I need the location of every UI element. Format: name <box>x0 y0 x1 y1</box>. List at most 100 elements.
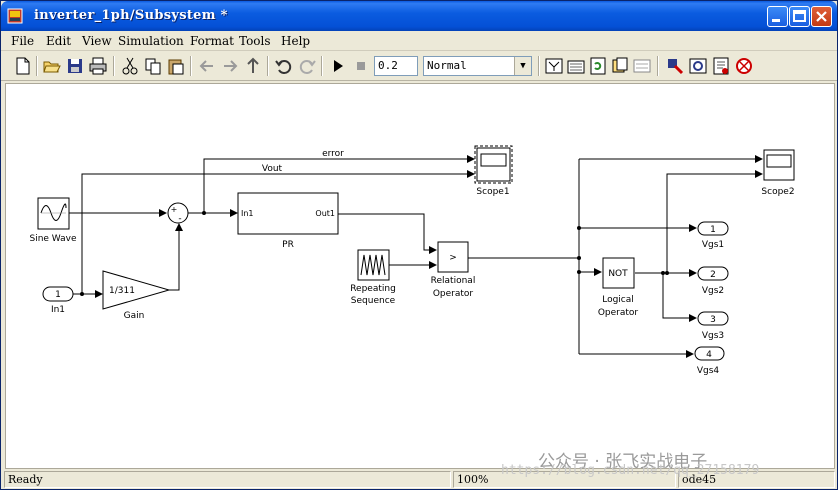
save-icon[interactable] <box>65 56 85 76</box>
toolbar-separator <box>190 56 192 76</box>
scope2-block[interactable]: Scope2 <box>761 149 795 197</box>
toolbar-separator <box>657 56 659 76</box>
sum-minus-sign: - <box>178 214 181 224</box>
logical-operator-label-line1: Logical <box>602 295 634 305</box>
pr-subsystem-block[interactable]: In1 Out1 PR <box>237 192 339 250</box>
open-folder-icon[interactable] <box>42 56 62 76</box>
toolbar-separator <box>113 56 115 76</box>
menu-view[interactable]: View <box>82 34 112 48</box>
sine-wave-block[interactable]: Sine Wave <box>29 197 77 244</box>
scope1-block[interactable]: Scope1 <box>474 145 513 197</box>
run-icon[interactable] <box>328 56 348 76</box>
debug-icon[interactable] <box>665 56 685 76</box>
model-explorer-icon[interactable] <box>632 56 652 76</box>
stop-icon[interactable] <box>351 56 371 76</box>
vgs3-port-block[interactable]: 3 Vgs3 <box>697 311 729 341</box>
repeating-sequence-label-line2: Sequence <box>351 296 396 306</box>
update-diagram-icon[interactable] <box>544 56 564 76</box>
menu-tools[interactable]: Tools <box>239 34 271 48</box>
vgs3-label: Vgs3 <box>702 331 724 341</box>
data-inspector-icon[interactable] <box>711 56 731 76</box>
simulation-mode-select[interactable]: Normal ▼ <box>423 56 532 76</box>
pr-output-port-label: Out1 <box>315 209 335 218</box>
simulink-window: inverter_1ph/Subsystem * File Edit View … <box>0 0 838 490</box>
pr-label: PR <box>282 240 294 250</box>
signal-lines <box>69 155 763 358</box>
repeating-sequence-block[interactable]: Repeating Sequence <box>350 249 396 306</box>
gain-block[interactable]: 1/311 Gain <box>102 270 171 321</box>
error-signal-label: error <box>322 149 344 159</box>
vgs1-label: Vgs1 <box>702 240 724 250</box>
vgs4-label: Vgs4 <box>697 366 720 376</box>
paste-icon[interactable] <box>166 56 186 76</box>
simulink-app-icon <box>7 8 23 24</box>
sum-plus-sign: + <box>171 205 178 214</box>
print-icon[interactable] <box>88 56 108 76</box>
vout-signal-label: Vout <box>262 164 283 174</box>
repeating-sequence-label-line1: Repeating <box>350 284 396 294</box>
scope1-label: Scope1 <box>476 187 509 197</box>
library-browser-icon[interactable] <box>610 56 630 76</box>
menu-edit[interactable]: Edit <box>46 34 71 48</box>
logical-operator-symbol: NOT <box>608 269 628 279</box>
back-arrow-icon[interactable] <box>197 56 217 76</box>
vgs1-port-block[interactable]: 1 Vgs1 <box>697 221 729 250</box>
toolbar: 0.2 Normal ▼ <box>1 52 837 81</box>
profiler-icon[interactable] <box>688 56 708 76</box>
watermark-url: https://blog.csdn.net/qq_27158179 <box>501 463 760 478</box>
gain-value: 1/311 <box>109 286 135 296</box>
minimize-icon <box>772 19 780 22</box>
maximize-button[interactable] <box>789 6 810 27</box>
title-bar[interactable]: inverter_1ph/Subsystem * <box>1 1 837 31</box>
vgs2-port-block[interactable]: 2 Vgs2 <box>697 266 729 296</box>
in1-port-number: 1 <box>55 290 61 300</box>
vgs1-port-number: 1 <box>710 225 716 235</box>
close-icon <box>816 11 827 22</box>
vgs2-port-number: 2 <box>710 270 716 280</box>
relational-operator-symbol: > <box>449 253 457 263</box>
relational-operator-label-line2: Operator <box>433 289 474 299</box>
minimize-button[interactable] <box>767 6 788 27</box>
window-title: inverter_1ph/Subsystem * <box>34 8 228 23</box>
toolbar-separator <box>538 56 540 76</box>
relational-operator-block[interactable]: > Relational Operator <box>431 241 476 299</box>
accelerator-icon[interactable] <box>734 56 754 76</box>
maximize-icon <box>793 10 806 22</box>
simulation-mode-value: Normal <box>427 59 467 72</box>
status-text: Ready <box>4 471 451 488</box>
vgs4-port-number: 4 <box>706 350 712 360</box>
menu-help[interactable]: Help <box>281 34 310 48</box>
copy-icon[interactable] <box>143 56 163 76</box>
menu-format[interactable]: Format <box>190 34 234 48</box>
sum-block[interactable]: + - <box>167 202 189 224</box>
in1-port-block[interactable]: 1 In1 <box>42 286 74 315</box>
sine-wave-label: Sine Wave <box>29 234 76 244</box>
model-canvas[interactable]: Sine Wave 1 In1 1/311 Gain + - In1 Out1 … <box>5 83 835 469</box>
vgs4-port-block[interactable]: 4 Vgs4 <box>694 346 725 376</box>
pr-input-port-label: In1 <box>241 209 254 218</box>
gain-label: Gain <box>124 311 145 321</box>
menu-simulation[interactable]: Simulation <box>118 34 184 48</box>
toolbar-separator <box>267 56 269 76</box>
menu-bar: File Edit View Simulation Format Tools H… <box>1 31 837 51</box>
vgs2-label: Vgs2 <box>702 286 724 296</box>
menu-file[interactable]: File <box>11 34 34 48</box>
scope2-label: Scope2 <box>761 187 794 197</box>
logical-operator-label-line2: Operator <box>598 308 639 318</box>
new-model-icon[interactable] <box>13 56 33 76</box>
undo-icon[interactable] <box>274 56 294 76</box>
chevron-down-icon[interactable]: ▼ <box>514 57 531 75</box>
in1-label: In1 <box>51 305 65 315</box>
refresh-icon[interactable] <box>588 56 608 76</box>
build-icon[interactable] <box>566 56 586 76</box>
toolbar-separator <box>36 56 38 76</box>
stop-time-input[interactable]: 0.2 <box>374 56 418 76</box>
logical-operator-block[interactable]: NOT Logical Operator <box>598 257 639 318</box>
cut-icon[interactable] <box>120 56 140 76</box>
toolbar-separator <box>321 56 323 76</box>
close-button[interactable] <box>811 6 832 27</box>
relational-operator-label-line1: Relational <box>431 276 476 286</box>
redo-icon[interactable] <box>297 56 317 76</box>
forward-arrow-icon[interactable] <box>220 56 240 76</box>
up-arrow-icon[interactable] <box>243 56 263 76</box>
